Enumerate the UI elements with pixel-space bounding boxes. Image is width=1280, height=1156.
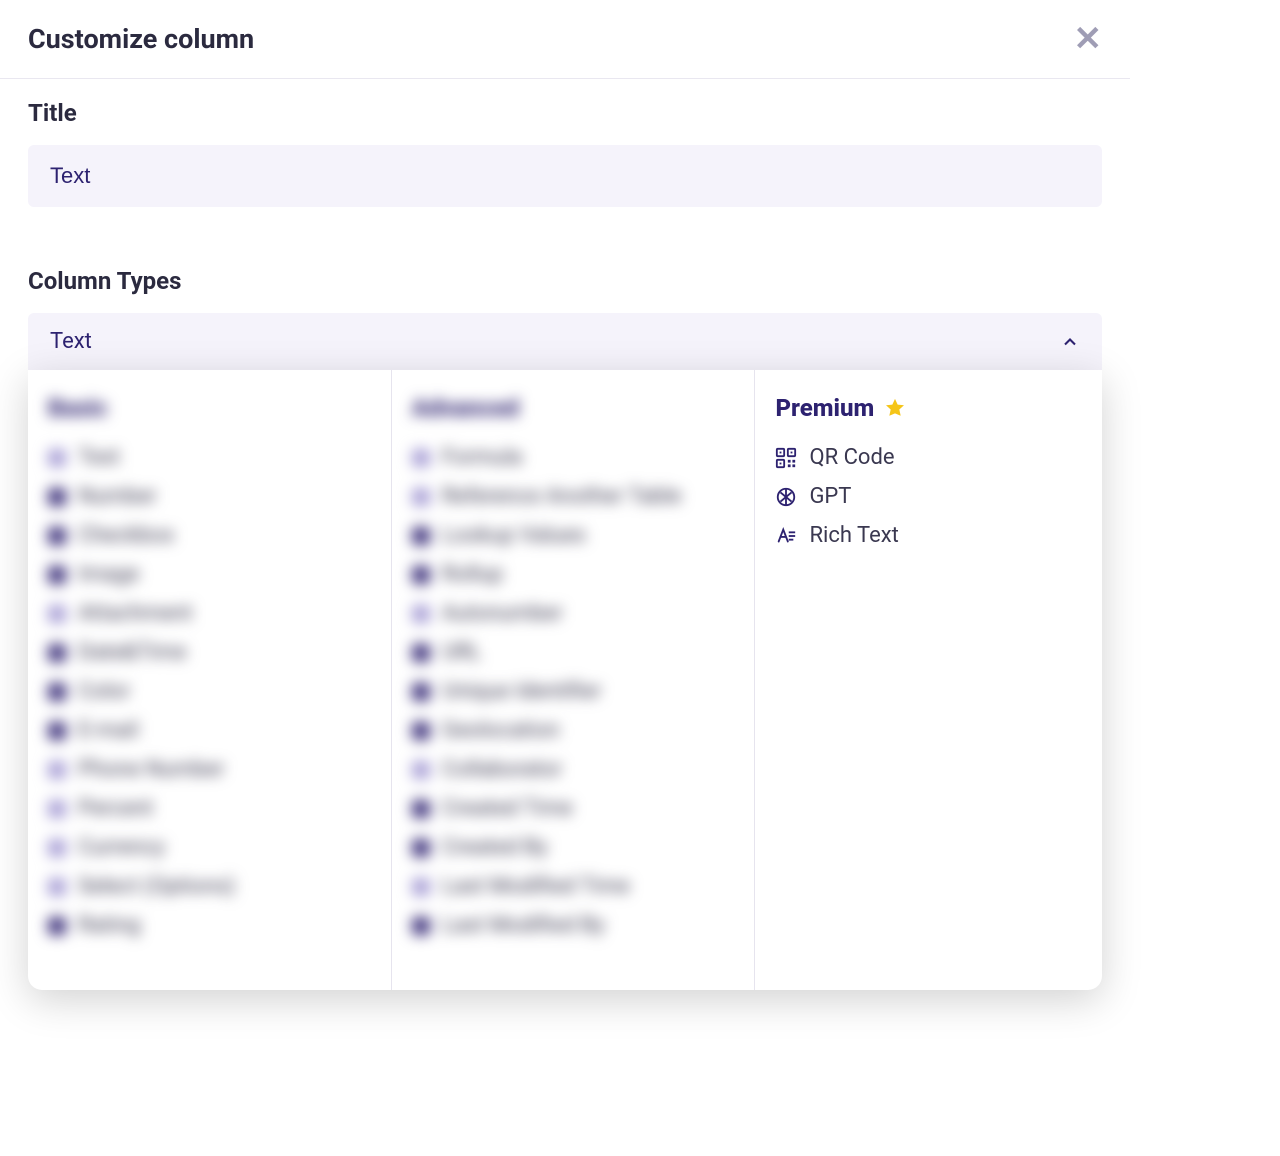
option-number[interactable]: Number: [48, 477, 371, 516]
column-types-dropdown: Basic Text Number Checkbox Image Attachm…: [28, 370, 1102, 990]
group-advanced-heading: Advanced: [412, 394, 735, 422]
close-icon[interactable]: ✕: [1074, 22, 1103, 56]
option-last-mod-time[interactable]: Last Modified Time: [412, 867, 735, 906]
column-types-select[interactable]: Text: [28, 313, 1102, 370]
star-icon: [884, 397, 906, 419]
chevron-up-icon: [1060, 332, 1080, 352]
option-geolocation[interactable]: Geolocation: [412, 711, 735, 750]
option-select[interactable]: Select (Options): [48, 867, 371, 906]
qrcode-icon: [775, 447, 797, 469]
title-label: Title: [28, 99, 1102, 127]
option-url[interactable]: URL: [412, 633, 735, 672]
option-gpt[interactable]: GPT: [775, 477, 1082, 516]
option-created-by[interactable]: Created By: [412, 828, 735, 867]
option-image[interactable]: Image: [48, 555, 371, 594]
group-premium: Premium: [755, 370, 1102, 990]
option-created-time[interactable]: Created Time: [412, 789, 735, 828]
option-reference[interactable]: Reference Another Table: [412, 477, 735, 516]
column-types-selected: Text: [50, 329, 92, 354]
option-color[interactable]: Color: [48, 672, 371, 711]
customize-column-modal: Customize column ✕ Title Column Types Te…: [0, 0, 1130, 990]
option-uid[interactable]: Unique Identifier: [412, 672, 735, 711]
modal-title: Customize column: [28, 23, 254, 55]
option-autonumber[interactable]: Autonumber: [412, 594, 735, 633]
title-section: Title: [0, 79, 1130, 217]
option-rating[interactable]: Rating: [48, 906, 371, 945]
group-basic-heading: Basic: [48, 394, 371, 422]
column-types-label: Column Types: [28, 267, 1102, 295]
option-formula[interactable]: Formula: [412, 438, 735, 477]
option-rollup[interactable]: Rollup: [412, 555, 735, 594]
option-percent[interactable]: Percent: [48, 789, 371, 828]
modal-header: Customize column ✕: [0, 0, 1130, 79]
option-attachment[interactable]: Attachment: [48, 594, 371, 633]
gpt-icon: [775, 486, 797, 508]
column-types-section: Column Types Text: [0, 217, 1130, 370]
option-last-mod-by[interactable]: Last Modified By: [412, 906, 735, 945]
option-label: GPT: [809, 484, 851, 509]
option-checkbox[interactable]: Checkbox: [48, 516, 371, 555]
option-collaborator[interactable]: Collaborator: [412, 750, 735, 789]
title-input[interactable]: [28, 145, 1102, 207]
group-premium-heading: Premium: [775, 394, 1082, 422]
option-qr-code[interactable]: QR Code: [775, 438, 1082, 477]
option-label: QR Code: [809, 445, 894, 470]
option-label: Rich Text: [809, 523, 898, 548]
option-currency[interactable]: Currency: [48, 828, 371, 867]
option-phone[interactable]: Phone Number: [48, 750, 371, 789]
option-rich-text[interactable]: Rich Text: [775, 516, 1082, 555]
group-basic: Basic Text Number Checkbox Image Attachm…: [28, 370, 392, 990]
option-datetime[interactable]: Date&Time: [48, 633, 371, 672]
richtext-icon: [775, 525, 797, 547]
option-text[interactable]: Text: [48, 438, 371, 477]
option-email[interactable]: E-mail: [48, 711, 371, 750]
group-advanced: Advanced Formula Reference Another Table…: [392, 370, 756, 990]
option-lookup[interactable]: Lookup Values: [412, 516, 735, 555]
